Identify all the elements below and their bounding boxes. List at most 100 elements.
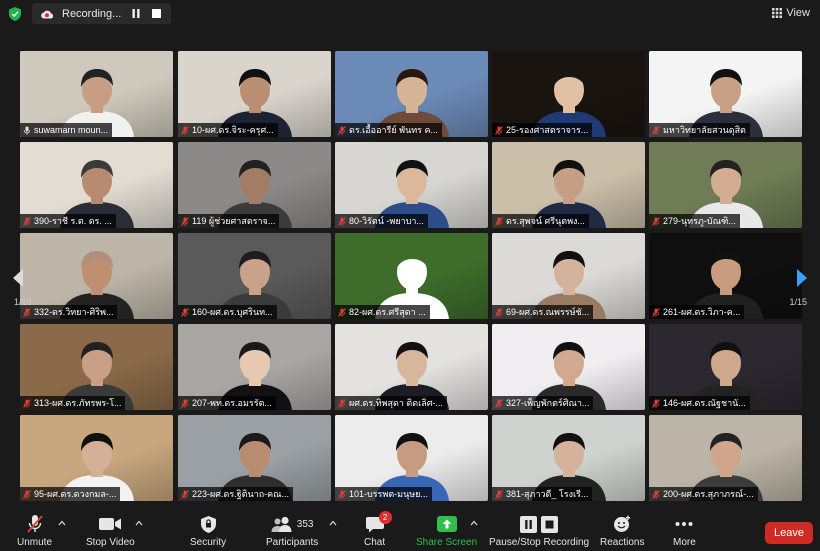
participant-name-tag: ผศ.ดร.ทิพสุดา ติดเลิศ-...: [335, 396, 447, 410]
participant-name: 332-ดร.วิทยา-ศิริพ...: [34, 307, 114, 317]
participant-tile[interactable]: 279-นุทรภู-บัณฑิ...: [649, 142, 802, 228]
more-button[interactable]: More: [673, 514, 696, 548]
participant-name: 279-นุทรภู-บัณฑิ...: [663, 216, 736, 226]
participant-name-tag: 82-ผศ.ดร.ศรีสุดา ...: [335, 305, 430, 319]
encryption-shield-icon[interactable]: [9, 7, 21, 21]
participant-name-tag: 69-ผศ.ดร.ณพรรษ์ชั...: [492, 305, 594, 319]
chat-unread-badge: 2: [378, 511, 392, 524]
participant-tile[interactable]: ผศ.ดร.ทิพสุดา ติดเลิศ-...: [335, 324, 488, 410]
participants-count: 353: [296, 518, 314, 530]
video-options-caret-icon[interactable]: [135, 520, 143, 526]
microphone-muted-icon: [23, 307, 31, 317]
stop-video-label: Stop Video: [86, 537, 135, 548]
participant-tile[interactable]: 200-ผศ.ดร.สุภาภรณ์-...: [649, 415, 802, 501]
participant-tile[interactable]: 160-ผศ.ดร.บุศรินท...: [178, 233, 331, 319]
participant-tile[interactable]: ดร.เอื้ออารีย์ พันทร ค...: [335, 51, 488, 137]
participant-name: 261-ผศ.ดร.วิภา-ค...: [663, 307, 741, 317]
participant-tile[interactable]: ดร.สุพจน์ ศรีนุตพง...: [492, 142, 645, 228]
gallery-grid: suwamarn moun... 10-ผศ.ดร.จิระ-ครุศ... ดร.…: [20, 51, 802, 501]
participant-name-tag: 10-ผศ.ดร.จิระ-ครุศ...: [178, 123, 278, 137]
pause-stop-recording-button[interactable]: Pause/Stop Recording: [489, 514, 589, 548]
participant-name-tag: 390-ราชี ร.ต. ดร. ...: [20, 214, 116, 228]
participant-tile[interactable]: 101-บรรพต-มนุษย...: [335, 415, 488, 501]
share-screen-button[interactable]: Share Screen: [416, 514, 477, 548]
more-dots-icon: [675, 522, 693, 526]
share-screen-icon: [436, 516, 457, 532]
participant-tile[interactable]: 223-ผศ.ดร.ฐิตินาถ-คณ...: [178, 415, 331, 501]
participant-name-tag: 223-ผศ.ดร.ฐิตินาถ-คณ...: [178, 487, 294, 501]
participant-name-tag: 207-พท.ดร.อมรรัต...: [178, 396, 276, 410]
leave-meeting-button[interactable]: Leave: [765, 522, 813, 544]
unmute-button[interactable]: Unmute: [17, 514, 52, 548]
emoji-smile-icon: [614, 515, 631, 532]
share-screen-label: Share Screen: [416, 537, 478, 548]
participant-tile[interactable]: 390-ราชี ร.ต. ดร. ...: [20, 142, 173, 228]
security-button[interactable]: Security: [190, 514, 226, 548]
microphone-muted-icon: [338, 489, 346, 499]
participant-name-tag: 200-ผศ.ดร.สุภาภรณ์-...: [649, 487, 758, 501]
participant-tile[interactable]: 119 ผู้ช่วยศาสตราจ...: [178, 142, 331, 228]
participant-name: 146-ผศ.ดร.ณัฐชานั...: [663, 398, 746, 408]
cloud-record-icon: [41, 10, 54, 18]
pause-recording-button[interactable]: [128, 7, 144, 21]
microphone-muted-icon: [652, 216, 660, 226]
participant-tile[interactable]: 261-ผศ.ดร.วิภา-ค...: [649, 233, 802, 319]
meeting-toolbar: Unmute Stop Video Security 353 Participa…: [0, 508, 820, 551]
participant-tile[interactable]: suwamarn moun...: [20, 51, 173, 137]
participant-name: 160-ผศ.ดร.บุศรินท...: [192, 307, 273, 317]
participant-name: ผศ.ดร.ทิพสุดา ติดเลิศ-...: [349, 398, 443, 408]
participant-name-tag: 381-สุภาวดี_ โรงเรี...: [492, 487, 593, 501]
chat-button[interactable]: 2 Chat: [364, 511, 392, 548]
participant-name-tag: ดร.เอื้ออารีย์ พันทร ค...: [335, 123, 443, 137]
participant-tile[interactable]: 313-ผศ.ดร.ภัทรพร-โ...: [20, 324, 173, 410]
participant-tile[interactable]: 146-ผศ.ดร.ณัฐชานั...: [649, 324, 802, 410]
participant-name-tag: 119 ผู้ช่วยศาสตราจ...: [178, 214, 280, 228]
microphone-muted-icon: [495, 307, 503, 317]
participant-tile[interactable]: 95-ผศ.ดร.ดวงกมล-...: [20, 415, 173, 501]
participant-tile[interactable]: 10-ผศ.ดร.จิระ-ครุศ...: [178, 51, 331, 137]
next-page-button[interactable]: [792, 258, 812, 298]
participant-name: 82-ผศ.ดร.ศรีสุดา ...: [349, 307, 426, 317]
previous-page-button[interactable]: [8, 258, 28, 298]
view-label: View: [786, 7, 810, 19]
stop-video-button[interactable]: Stop Video: [86, 514, 135, 548]
microphone-muted-icon: [23, 489, 31, 499]
participant-tile[interactable]: 82-ผศ.ดร.ศรีสุดา ...: [335, 233, 488, 319]
security-label: Security: [190, 537, 227, 548]
participant-tile[interactable]: 381-สุภาวดี_ โรงเรี...: [492, 415, 645, 501]
participant-tile[interactable]: มหาวิทยาลัยสวนดุสิต: [649, 51, 802, 137]
participant-tile[interactable]: 327-เพ็ญพักตร์ศิณา...: [492, 324, 645, 410]
participant-tile[interactable]: 207-พท.ดร.อมรรัต...: [178, 324, 331, 410]
audio-options-caret-icon[interactable]: [58, 520, 66, 526]
participant-name: 69-ผศ.ดร.ณพรรษ์ชั...: [506, 307, 590, 317]
microphone-icon: [23, 126, 31, 135]
microphone-muted-icon: [495, 125, 503, 135]
microphone-muted-icon: [23, 216, 31, 226]
participant-name: ดร.เอื้ออารีย์ พันทร ค...: [349, 125, 439, 135]
participant-tile[interactable]: 69-ผศ.ดร.ณพรรษ์ชั...: [492, 233, 645, 319]
video-camera-icon: [99, 518, 122, 530]
participant-name: มหาวิทยาลัยสวนดุสิต: [663, 125, 746, 135]
top-bar: Recording... View: [0, 0, 820, 28]
recording-label: Recording...: [62, 7, 122, 20]
participants-options-caret-icon[interactable]: [329, 520, 337, 526]
recording-indicator: Recording...: [32, 3, 171, 24]
participant-name-tag: มหาวิทยาลัยสวนดุสิต: [649, 123, 750, 137]
participant-name-tag: 80-วิรัตน์ -พยาบา...: [335, 214, 428, 228]
stop-recording-button[interactable]: [148, 7, 164, 21]
participant-name-tag: suwamarn moun...: [20, 123, 113, 137]
microphone-muted-icon: [652, 489, 660, 499]
participant-name-tag: 95-ผศ.ดร.ดวงกมล-...: [20, 487, 121, 501]
participants-button[interactable]: 353 Participants: [266, 514, 318, 548]
participant-tile[interactable]: 25-รองศาสตราจาร...: [492, 51, 645, 137]
view-button[interactable]: View: [772, 7, 810, 19]
participant-name: 207-พท.ดร.อมรรัต...: [192, 398, 272, 408]
participant-name-tag: 313-ผศ.ดร.ภัทรพร-โ...: [20, 396, 126, 410]
reactions-button[interactable]: Reactions: [600, 514, 644, 548]
share-options-caret-icon[interactable]: [470, 520, 478, 526]
participant-name-tag: 25-รองศาสตราจาร...: [492, 123, 593, 137]
participants-label: Participants: [266, 537, 319, 548]
participant-tile[interactable]: 80-วิรัตน์ -พยาบา...: [335, 142, 488, 228]
microphone-muted-icon: [652, 398, 660, 408]
participant-tile[interactable]: 332-ดร.วิทยา-ศิริพ...: [20, 233, 173, 319]
